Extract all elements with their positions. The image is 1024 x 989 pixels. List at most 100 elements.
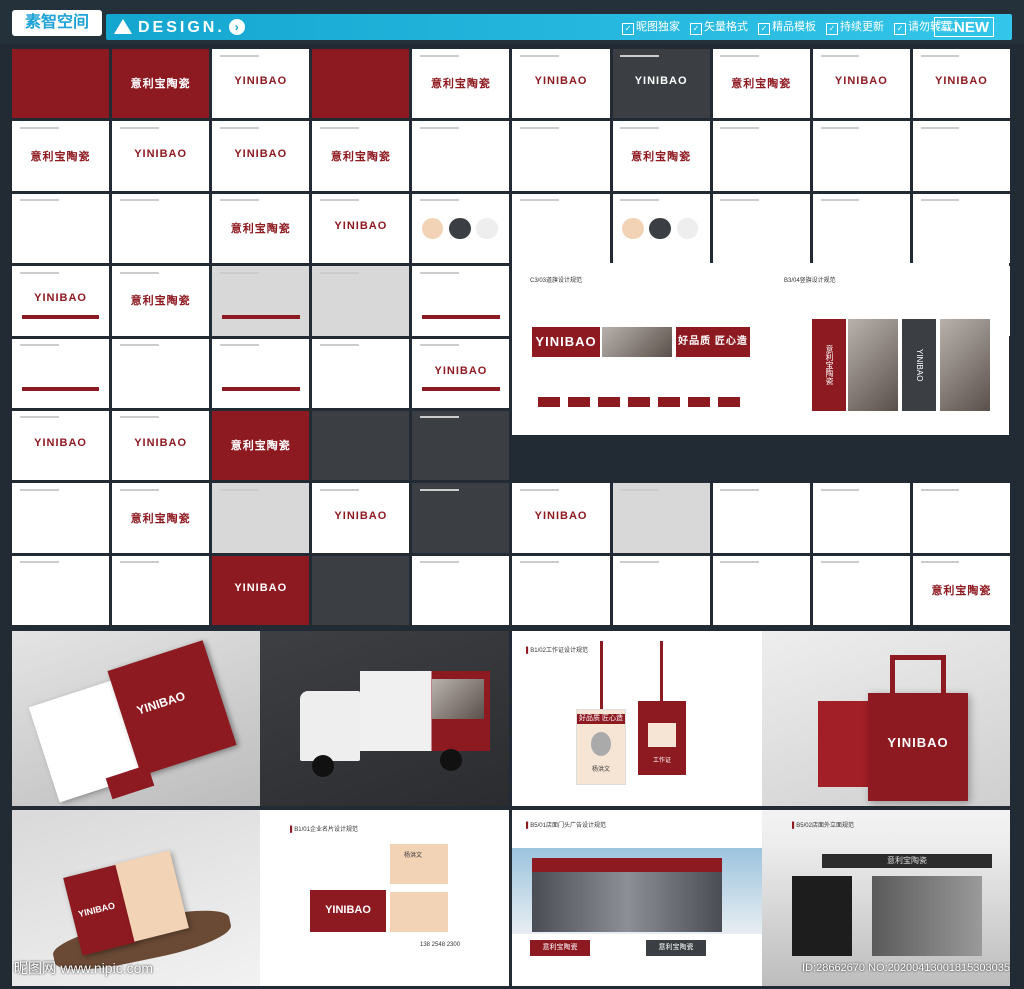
page-thumbnail[interactable] [812, 555, 910, 625]
page-thumbnail[interactable] [212, 338, 310, 408]
page-thumbnail[interactable] [512, 121, 610, 191]
page-thumbnail[interactable]: 意利宝陶瓷 [112, 49, 210, 119]
page-thumbnail[interactable] [212, 483, 310, 553]
page-thumbnail[interactable] [512, 555, 610, 625]
page-thumbnail[interactable]: YINIBAO [12, 266, 110, 336]
page-thumbnail[interactable] [512, 193, 610, 264]
page-thumbnail[interactable] [112, 338, 210, 408]
page-thumbnail[interactable]: YINIBAO [212, 121, 310, 191]
page-thumbnail[interactable] [212, 266, 310, 336]
page-thumbnail[interactable] [12, 338, 110, 408]
arrow-right-icon[interactable]: › [228, 19, 245, 35]
thumb-caption-line [219, 126, 259, 129]
truck-panel[interactable] [260, 631, 509, 806]
page-thumbnail[interactable] [12, 193, 110, 264]
page-thumbnail[interactable] [612, 193, 710, 264]
thumb-caption-line [520, 561, 560, 564]
badge-slogan: 好品质 匠心造 [577, 714, 625, 724]
page-thumbnail[interactable] [712, 121, 810, 191]
page-thumbnail[interactable] [912, 193, 1010, 264]
page-thumbnail[interactable] [412, 193, 510, 264]
watermark-url: www.nipic.com [60, 960, 154, 976]
page-thumbnail[interactable] [612, 555, 710, 625]
page-thumbnail[interactable]: YINIBAO [312, 483, 410, 553]
page-thumbnail[interactable] [412, 555, 510, 625]
thumb-caption-line [720, 54, 760, 57]
id-badge-front: 好品质 匠心造 杨洪文 [576, 709, 626, 785]
page-thumbnail[interactable]: YINIBAO [12, 410, 110, 481]
page-thumbnail[interactable] [12, 483, 110, 553]
page-thumbnail[interactable] [812, 121, 910, 191]
page-thumbnail[interactable]: 意利宝陶瓷 [612, 121, 710, 191]
sign-dark: 意利宝陶瓷 [646, 940, 706, 956]
thumb-red-bar [221, 314, 300, 319]
page-thumbnail[interactable]: YINIBAO [112, 410, 210, 481]
page-thumbnail[interactable]: YINIBAO [512, 483, 610, 553]
page-thumbnail[interactable]: YINIBAO [912, 49, 1010, 119]
badge-panel[interactable]: ▌B1/02工作证设计规范 好品质 匠心造 杨洪文 工作证 [512, 631, 762, 806]
page-thumbnail[interactable]: YINIBAO [212, 555, 310, 625]
page-thumbnail[interactable]: YINIBAO [512, 49, 610, 119]
stationery-panel[interactable]: YINIBAO [12, 631, 260, 806]
page-thumbnail[interactable]: YINIBAO [312, 193, 410, 264]
feature-label: 精品模板 [772, 21, 816, 33]
page-thumbnail[interactable]: YINIBAO [412, 338, 510, 408]
page-thumbnail[interactable]: YINIBAO [612, 49, 710, 119]
page-thumbnail[interactable]: YINIBAO [112, 121, 210, 191]
page-thumbnail[interactable] [912, 483, 1010, 553]
thumb-caption-line [19, 416, 59, 419]
thumb-caption-line [620, 54, 660, 57]
page-thumbnail[interactable]: 意利宝陶瓷 [712, 49, 810, 119]
mini-flag [538, 397, 560, 407]
site-logo[interactable]: 素智空间 [12, 10, 102, 36]
interior-panel[interactable]: ▌B5/02店面外立面规范 意利宝陶瓷 [762, 810, 1010, 986]
thumb-caption-line [920, 561, 960, 564]
store-title-text: B5/01店面门头广告设计规范 [530, 823, 606, 829]
page-thumbnail[interactable] [812, 483, 910, 553]
page-thumbnail[interactable]: 意利宝陶瓷 [112, 266, 210, 336]
page-thumbnail[interactable] [112, 555, 210, 625]
page-thumbnail[interactable] [12, 555, 110, 625]
page-thumbnail[interactable] [12, 49, 110, 119]
page-thumbnail[interactable]: 意利宝陶瓷 [912, 555, 1010, 625]
feature-item: ✓ 昵图独家 [622, 14, 680, 40]
store-signboard [532, 858, 722, 872]
storefront-panel[interactable]: ▌B5/01店面门头广告设计规范 意利宝陶瓷 意利宝陶瓷 [512, 810, 762, 986]
design-title: DESIGN. › [114, 15, 245, 41]
thumb-caption-line [119, 271, 159, 274]
page-thumbnail[interactable] [712, 193, 810, 264]
page-thumbnail[interactable] [112, 193, 210, 264]
truck-cab [300, 691, 360, 761]
thumb-wordmark: 意利宝陶瓷 [230, 223, 291, 236]
lanyard [660, 641, 663, 701]
thumb-caption-line [119, 488, 159, 491]
page-thumbnail[interactable]: 意利宝陶瓷 [112, 483, 210, 553]
card-spec-panel[interactable]: ▌B1/01企业名片设计规范 YINIBAO 杨洪文 138 2548 2300 [260, 810, 509, 986]
page-thumbnail[interactable] [912, 121, 1010, 191]
page-thumbnail[interactable]: 意利宝陶瓷 [412, 49, 510, 119]
page-thumbnail[interactable]: YINIBAO [212, 49, 310, 119]
banner-photo [940, 319, 990, 411]
page-thumbnail[interactable] [312, 338, 410, 408]
page-thumbnail[interactable] [712, 555, 810, 625]
page-thumbnail[interactable] [412, 483, 510, 553]
page-thumbnail[interactable]: 意利宝陶瓷 [312, 121, 410, 191]
page-thumbnail[interactable]: YINIBAO [812, 49, 910, 119]
page-thumbnail[interactable] [312, 266, 410, 336]
page-thumbnail[interactable] [612, 483, 710, 553]
page-thumbnail[interactable]: 意利宝陶瓷 [212, 410, 310, 481]
bag-panel[interactable]: YINIBAO [762, 631, 1010, 806]
page-thumbnail[interactable] [412, 121, 510, 191]
page-thumbnail[interactable] [412, 266, 510, 336]
card-spec-title: ▌B1/01企业名片设计规范 [290, 827, 358, 833]
page-thumbnail[interactable] [812, 193, 910, 264]
page-thumbnail[interactable] [412, 410, 510, 481]
page-thumbnail[interactable]: 意利宝陶瓷 [212, 193, 310, 264]
page-thumbnail[interactable] [312, 49, 410, 119]
page-thumbnail[interactable] [312, 410, 410, 481]
avatar [591, 732, 611, 756]
flag-spread[interactable]: C3/03道旗设计规范 B3/04竖旗设计规范 YINIBAO 好品质 匠心造 … [512, 263, 1009, 435]
page-thumbnail[interactable] [712, 483, 810, 553]
page-thumbnail[interactable] [312, 555, 410, 625]
page-thumbnail[interactable]: 意利宝陶瓷 [12, 121, 110, 191]
